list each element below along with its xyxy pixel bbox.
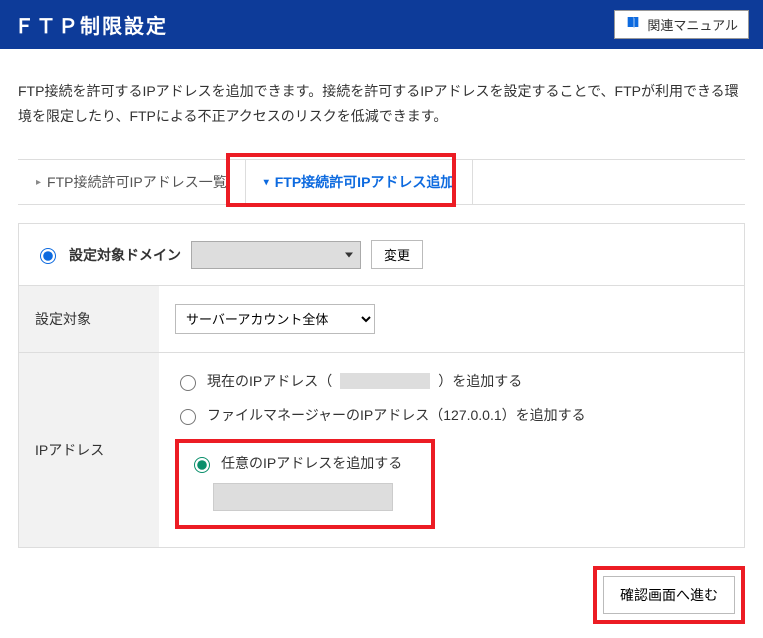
- tab-ip-add-label: FTP接続許可IPアドレス追加: [275, 172, 455, 192]
- domain-row: 設定対象ドメイン 変更: [19, 224, 744, 286]
- change-domain-button[interactable]: 変更: [371, 240, 423, 269]
- domain-select[interactable]: [191, 241, 361, 269]
- settings-panel: 設定対象ドメイン 変更 設定対象 サーバーアカウント全体 IPアドレス: [18, 223, 745, 548]
- ip-options: 現在のIPアドレス（ ）を追加する ファイルマネージャーのIPアドレス（127.…: [175, 371, 728, 529]
- book-icon: [625, 15, 641, 34]
- tab-ip-list[interactable]: ▸ FTP接続許可IPアドレス一覧: [18, 160, 246, 204]
- ip-opt-current-radio[interactable]: [180, 375, 196, 391]
- ip-opt-filemanager-label: ファイルマネージャーのIPアドレス（127.0.0.1）を追加する: [207, 405, 586, 425]
- ip-opt-current-prefix: 現在のIPアドレス（: [207, 371, 332, 391]
- ip-opt-custom-radio[interactable]: [194, 457, 210, 473]
- custom-ip-input[interactable]: [213, 483, 393, 511]
- chevron-down-icon: ▾: [264, 177, 269, 188]
- highlight-proceed: 確認画面へ進む: [593, 566, 745, 624]
- page-title: ＦＴＰ制限設定: [14, 10, 168, 39]
- highlight-ip-custom: 任意のIPアドレスを追加する: [175, 439, 435, 529]
- ip-opt-custom[interactable]: 任意のIPアドレスを追加する: [189, 453, 419, 473]
- related-manual-button[interactable]: 関連マニュアル: [614, 10, 749, 39]
- ip-opt-current-redacted: [340, 373, 430, 389]
- setting-target-select[interactable]: サーバーアカウント全体: [175, 304, 375, 334]
- ip-opt-current-suffix: ）を追加する: [438, 371, 522, 391]
- ip-opt-filemanager-radio[interactable]: [180, 409, 196, 425]
- domain-label: 設定対象ドメイン: [69, 245, 181, 265]
- page-header: ＦＴＰ制限設定 関連マニュアル: [0, 0, 763, 49]
- proceed-button[interactable]: 確認画面へ進む: [603, 576, 735, 614]
- ip-opt-filemanager[interactable]: ファイルマネージャーのIPアドレス（127.0.0.1）を追加する: [175, 405, 728, 425]
- chevron-right-icon: ▸: [36, 177, 41, 188]
- ip-opt-custom-label: 任意のIPアドレスを追加する: [221, 453, 402, 473]
- tab-bar: ▸ FTP接続許可IPアドレス一覧 ▾ FTP接続許可IPアドレス追加: [18, 159, 745, 205]
- setting-target-label: 設定対象: [19, 286, 159, 353]
- tab-ip-add[interactable]: ▾ FTP接続許可IPアドレス追加: [246, 160, 474, 204]
- domain-radio[interactable]: [40, 248, 56, 264]
- tab-ip-list-label: FTP接続許可IPアドレス一覧: [47, 172, 227, 192]
- page-description: FTP接続を許可するIPアドレスを追加できます。接続を許可するIPアドレスを設定…: [0, 63, 763, 145]
- related-manual-label: 関連マニュアル: [647, 15, 738, 34]
- setting-ip-label: IPアドレス: [19, 353, 159, 548]
- footer: 確認画面へ進む: [0, 558, 763, 638]
- ip-opt-current[interactable]: 現在のIPアドレス（ ）を追加する: [175, 371, 728, 391]
